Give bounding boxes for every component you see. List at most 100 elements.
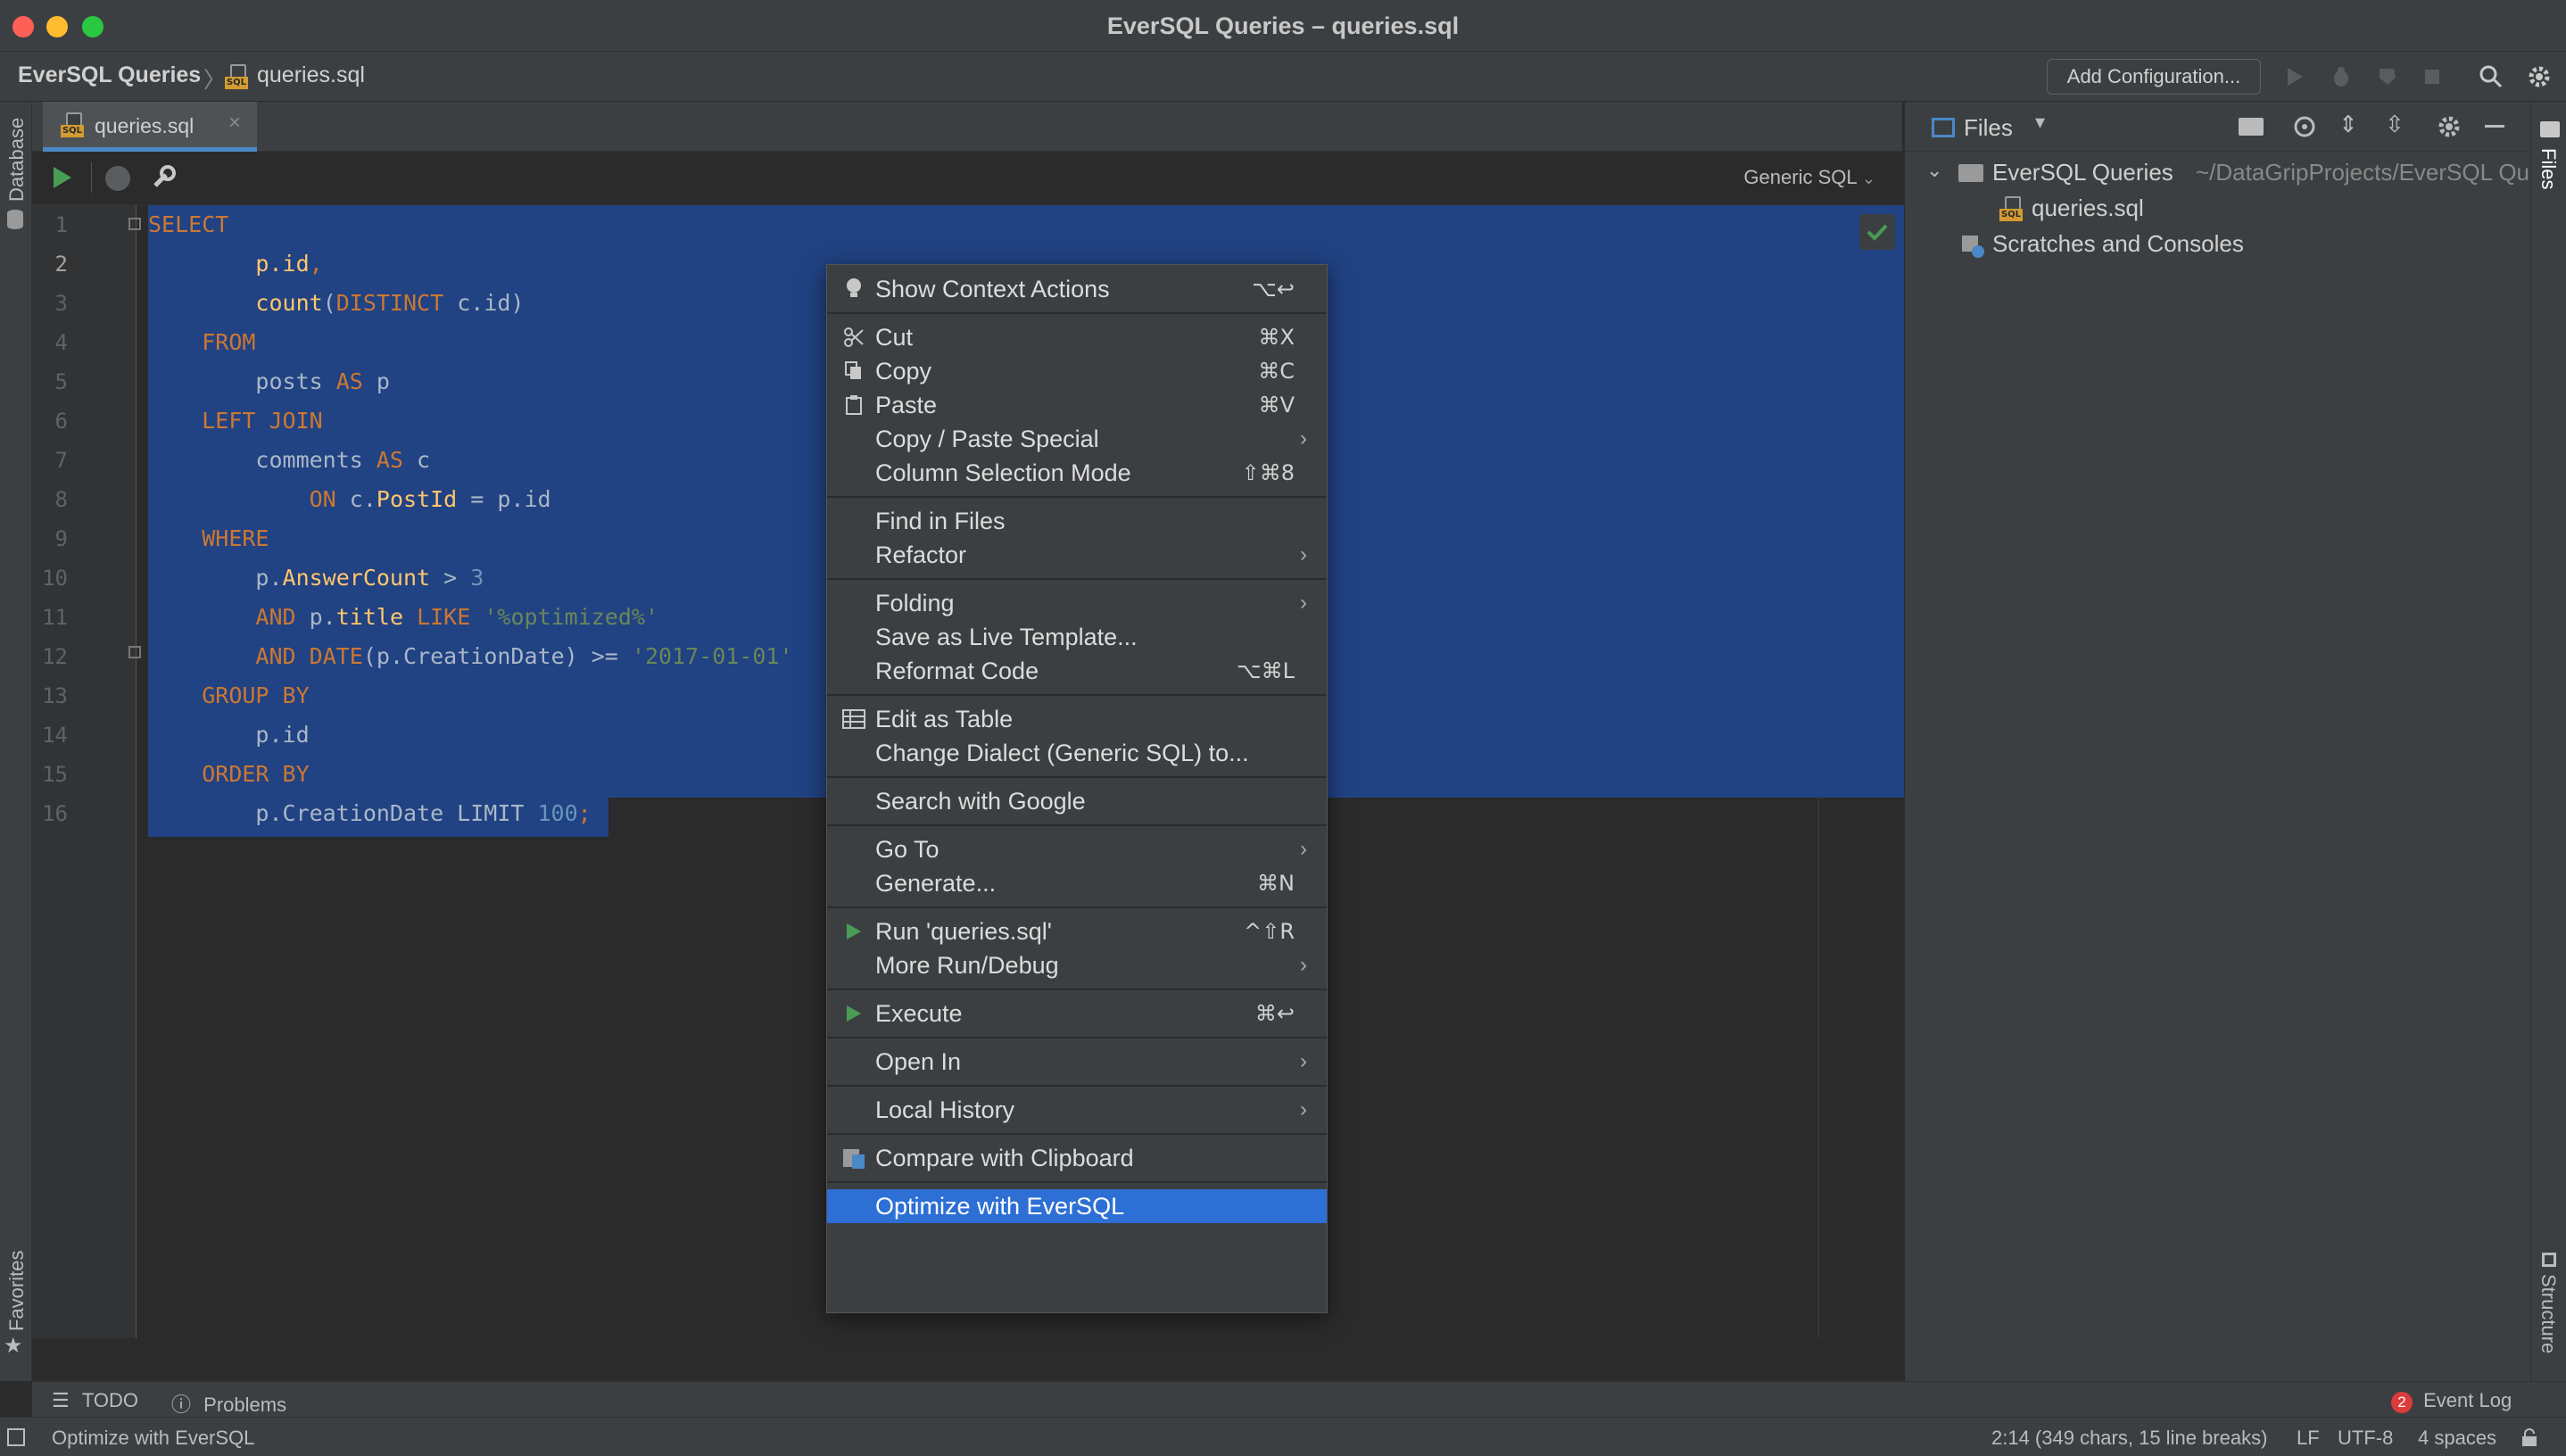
event-log-button[interactable]: 2 Event Log bbox=[2391, 1389, 2512, 1413]
run-icon[interactable] bbox=[2280, 62, 2309, 91]
expand-all-icon[interactable]: ⇕ bbox=[2338, 111, 2358, 138]
menu-item-shortcut: ^⇧R bbox=[1244, 919, 1295, 944]
menu-item-search-with-google[interactable]: Search with Google bbox=[827, 784, 1327, 818]
line-number-gutter: 1 2 3 4 5 6 7 8 9 10 11 12 13 14 15 16 bbox=[32, 205, 136, 1338]
tree-row-file[interactable]: SQL queries.sql bbox=[1914, 193, 2529, 228]
code-line[interactable]: AND p.title LIKE '%optimized%' bbox=[148, 598, 658, 637]
code-token: p.CreationDate LIMIT bbox=[148, 800, 538, 826]
editor-toolbar: Generic SQL ⌄ bbox=[32, 152, 1902, 205]
menu-item-paste[interactable]: Paste ⌘V bbox=[827, 388, 1327, 422]
line-number: 6 bbox=[54, 409, 68, 434]
coverage-icon[interactable] bbox=[2373, 62, 2402, 91]
code-token: p. bbox=[148, 565, 283, 591]
menu-item-local-history[interactable]: Local History › bbox=[827, 1093, 1327, 1127]
code-line[interactable]: WHERE bbox=[148, 519, 269, 558]
file-encoding[interactable]: UTF-8 bbox=[2338, 1427, 2393, 1450]
menu-item-show-context-actions[interactable]: Show Context Actions ⌥↩ bbox=[827, 272, 1327, 306]
dialect-selector[interactable]: Generic SQL ⌄ bbox=[1743, 166, 1875, 189]
code-line[interactable]: GROUP BY bbox=[148, 676, 309, 716]
code-line[interactable]: posts AS p bbox=[148, 362, 390, 401]
files-panel-title[interactable]: Files bbox=[1964, 114, 2013, 142]
code-line[interactable]: p.id, bbox=[148, 244, 322, 284]
locate-target-icon[interactable] bbox=[2292, 114, 2317, 144]
settings-gear-icon[interactable] bbox=[2525, 62, 2554, 91]
inspection-ok-icon[interactable] bbox=[1859, 214, 1895, 250]
menu-item-change-dialect-generic-sql-to[interactable]: Change Dialect (Generic SQL) to... bbox=[827, 736, 1327, 770]
line-separator[interactable]: LF bbox=[2297, 1427, 2320, 1450]
menu-item-reformat-code[interactable]: Reformat Code ⌥⌘L bbox=[827, 654, 1327, 688]
info-icon: ⓘ bbox=[171, 1394, 192, 1416]
menu-item-folding[interactable]: Folding › bbox=[827, 586, 1327, 620]
code-line[interactable]: comments AS c bbox=[148, 441, 430, 480]
project-name: EverSQL Queries bbox=[1992, 159, 2173, 186]
todo-tool-button[interactable]: ☰ TODO bbox=[52, 1389, 138, 1412]
expand-chevron-icon[interactable]: ⌄ bbox=[1926, 159, 1942, 182]
editor-tab-bar: SQL queries.sql × bbox=[32, 102, 1902, 152]
code-line[interactable]: LEFT JOIN bbox=[148, 401, 323, 441]
menu-item-compare-with-clipboard[interactable]: Compare with Clipboard bbox=[827, 1141, 1327, 1175]
menu-item-cut[interactable]: Cut ⌘X bbox=[827, 320, 1327, 354]
menu-item-open-in[interactable]: Open In › bbox=[827, 1045, 1327, 1079]
fold-marker-icon[interactable] bbox=[128, 646, 141, 658]
menu-item-go-to[interactable]: Go To › bbox=[827, 832, 1327, 866]
code-line[interactable]: SELECT bbox=[148, 205, 228, 244]
lock-icon[interactable] bbox=[2520, 1428, 2537, 1446]
close-tab-icon[interactable]: × bbox=[228, 111, 241, 136]
panel-settings-gear-icon[interactable] bbox=[2437, 114, 2462, 144]
paste-icon bbox=[841, 388, 866, 422]
code-token: AND bbox=[255, 643, 296, 669]
code-line[interactable]: AND DATE(p.CreationDate) >= '2017-01-01' bbox=[148, 637, 792, 676]
code-line[interactable]: ON c.PostId = p.id bbox=[148, 480, 551, 519]
menu-item-optimize-with-eversql[interactable]: Optimize with EverSQL bbox=[827, 1189, 1327, 1223]
execute-icon[interactable] bbox=[50, 164, 75, 195]
structure-tool-tab[interactable]: Structure bbox=[2537, 1274, 2560, 1353]
collapse-all-icon[interactable]: ⇳ bbox=[2385, 111, 2405, 138]
menu-item-more-run-debug[interactable]: More Run/Debug › bbox=[827, 948, 1327, 982]
add-configuration-button[interactable]: Add Configuration... bbox=[2047, 59, 2261, 95]
search-icon[interactable] bbox=[2477, 62, 2505, 91]
menu-item-generate[interactable]: Generate... ⌘N bbox=[827, 866, 1327, 900]
wrench-icon[interactable] bbox=[150, 164, 177, 195]
chevron-down-icon[interactable]: ▾ bbox=[2035, 111, 2045, 134]
tree-row-project[interactable]: ⌄ EverSQL Queries ~/DataGripProjects/Eve… bbox=[1914, 157, 2529, 193]
code-line[interactable]: ORDER BY bbox=[148, 755, 309, 794]
menu-item-save-as-live-template[interactable]: Save as Live Template... bbox=[827, 620, 1327, 654]
menu-item-copy-paste-special[interactable]: Copy / Paste Special › bbox=[827, 422, 1327, 456]
code-line[interactable]: p.id bbox=[148, 716, 309, 755]
status-bar: Optimize with EverSQL 2:14 (349 chars, 1… bbox=[0, 1417, 2566, 1456]
left-tool-strip: Database Favorites ★ bbox=[0, 102, 32, 1381]
code-line[interactable]: p.CreationDate LIMIT 100; bbox=[148, 794, 591, 833]
breadcrumb-project[interactable]: EverSQL Queries bbox=[18, 62, 201, 88]
database-tool-tab[interactable]: Database bbox=[5, 118, 29, 202]
tab-queries-sql[interactable]: SQL queries.sql × bbox=[43, 102, 257, 152]
debug-icon[interactable] bbox=[2327, 62, 2355, 91]
stop-icon[interactable] bbox=[2418, 62, 2446, 91]
favorites-tool-tab[interactable]: Favorites bbox=[5, 1251, 29, 1331]
structure-icon bbox=[2542, 1253, 2556, 1267]
indent-setting[interactable]: 4 spaces bbox=[2418, 1427, 2496, 1450]
caret-position[interactable]: 2:14 (349 chars, 15 line breaks) bbox=[1991, 1427, 2267, 1450]
toggle-tool-windows-icon[interactable] bbox=[7, 1428, 25, 1446]
fold-marker-icon[interactable] bbox=[128, 218, 141, 230]
code-line[interactable]: count(DISTINCT c.id) bbox=[148, 284, 524, 323]
open-folder-icon[interactable] bbox=[2239, 118, 2264, 136]
hide-panel-icon[interactable] bbox=[2485, 125, 2504, 128]
menu-item-copy[interactable]: Copy ⌘C bbox=[827, 354, 1327, 388]
code-token: LEFT JOIN bbox=[202, 408, 323, 434]
breadcrumb-file[interactable]: queries.sql bbox=[257, 62, 365, 88]
menu-item-edit-as-table[interactable]: Edit as Table bbox=[827, 702, 1327, 736]
menu-item-refactor[interactable]: Refactor › bbox=[827, 538, 1327, 572]
code-line[interactable]: FROM bbox=[148, 323, 255, 362]
tree-row-scratches[interactable]: Scratches and Consoles bbox=[1914, 228, 2529, 264]
menu-item-find-in-files[interactable]: Find in Files bbox=[827, 504, 1327, 538]
menu-item-run-queries-sql[interactable]: Run 'queries.sql' ^⇧R bbox=[827, 914, 1327, 948]
problems-tool-button[interactable]: ⓘ Problems bbox=[171, 1389, 286, 1418]
menu-item-execute[interactable]: Execute ⌘↩ bbox=[827, 997, 1327, 1030]
cancel-execution-icon[interactable] bbox=[105, 166, 130, 191]
files-tool-tab[interactable]: Files bbox=[2537, 148, 2560, 189]
menu-separator bbox=[827, 776, 1327, 778]
code-line[interactable]: p.AnswerCount > 3 bbox=[148, 558, 484, 598]
menu-item-column-selection-mode[interactable]: Column Selection Mode ⇧⌘8 bbox=[827, 456, 1327, 490]
